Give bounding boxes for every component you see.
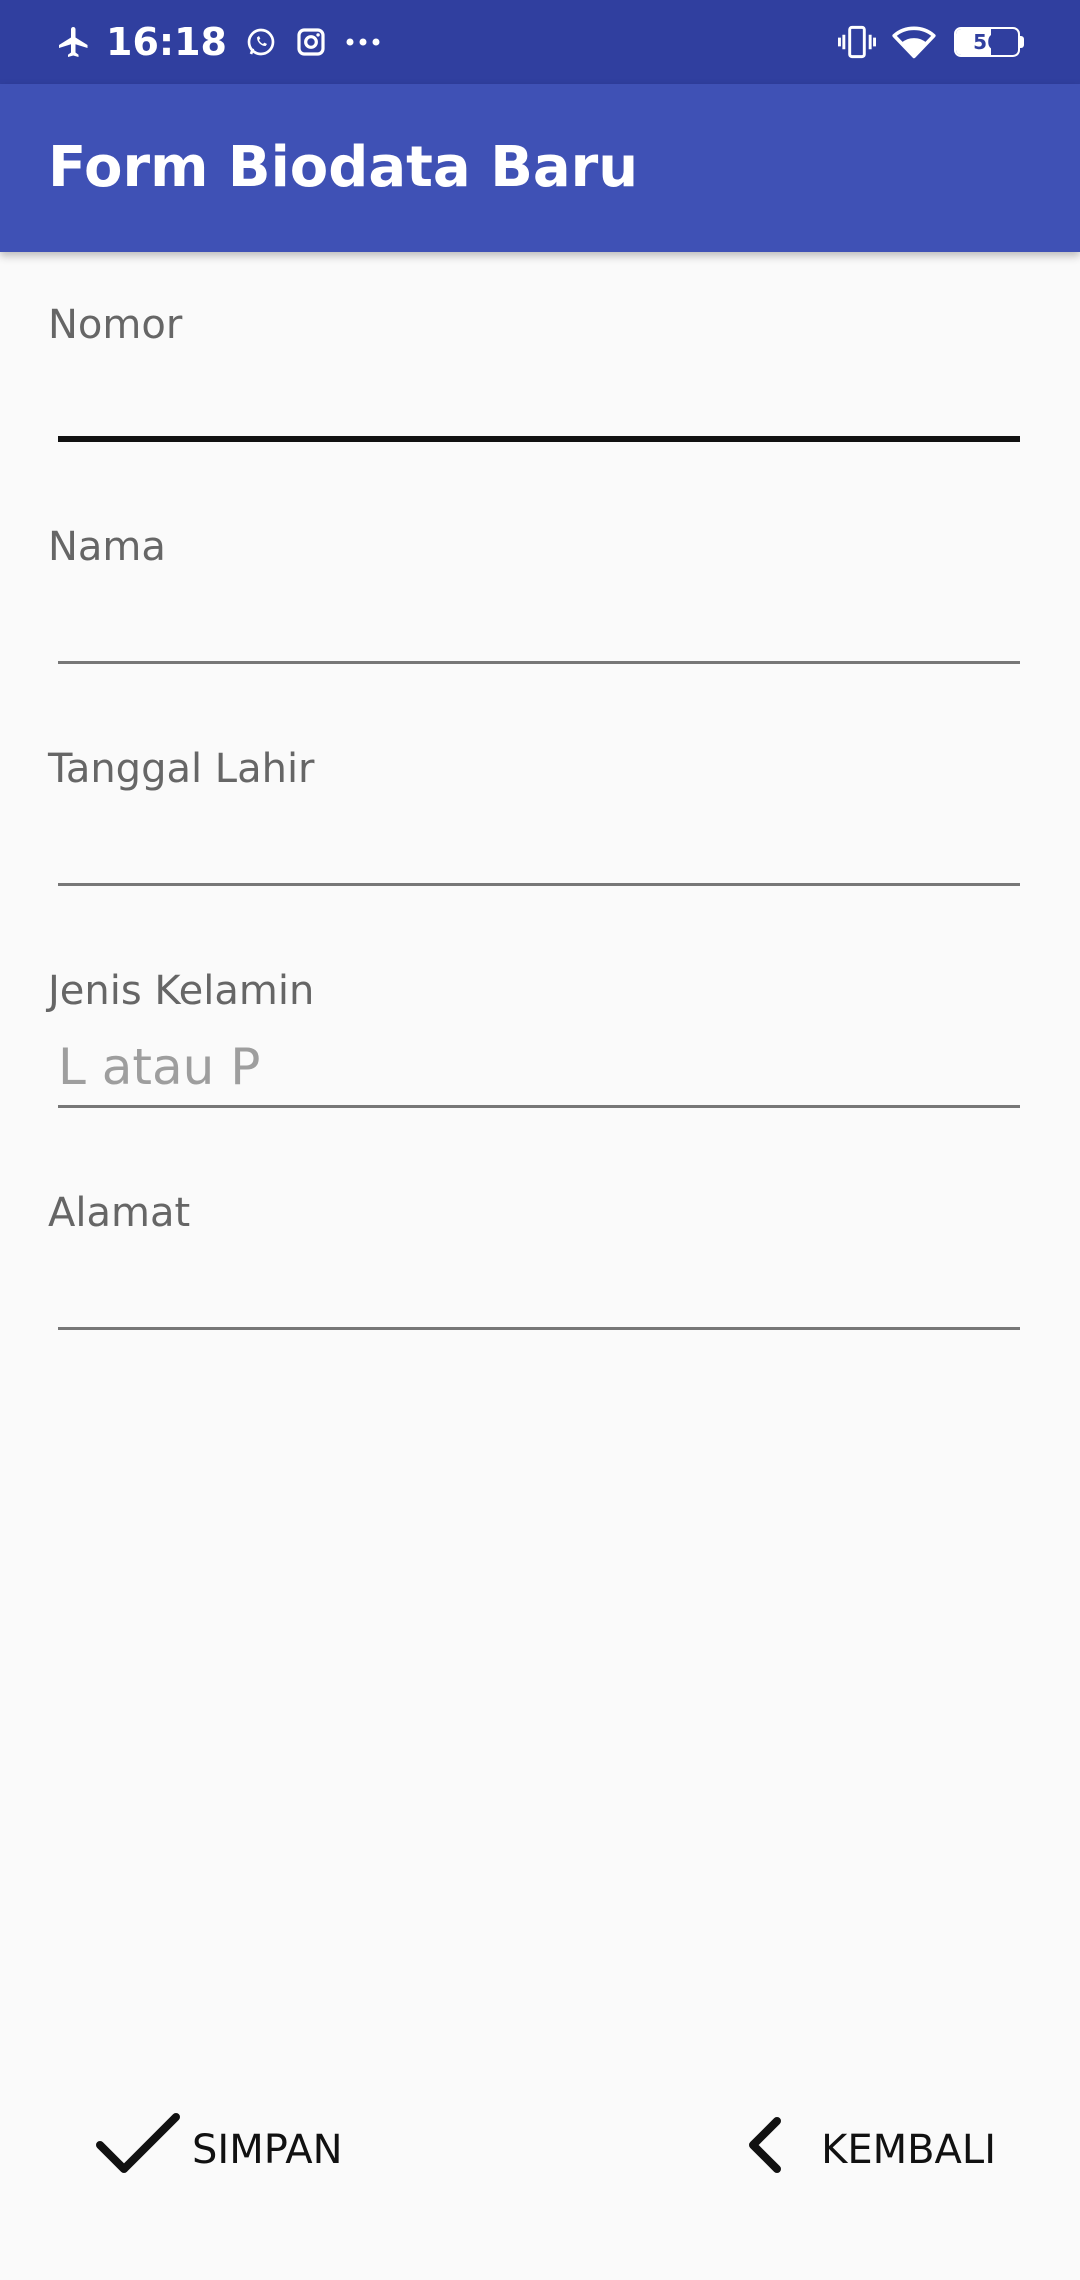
page-title: Form Biodata Baru (48, 135, 639, 200)
save-button[interactable]: SIMPAN (96, 2090, 343, 2210)
chevron-left-icon (745, 2117, 785, 2183)
field-label-nomor: Nomor (48, 302, 183, 348)
status-right: 56 (838, 0, 1024, 84)
field-jenis-kelamin: Jenis Kelamin (0, 918, 1080, 1140)
field-label-tanggal-lahir: Tanggal Lahir (48, 746, 315, 792)
bottom-actions: SIMPAN KEMBALI (0, 2090, 1080, 2210)
app-bar: Form Biodata Baru (0, 84, 1080, 252)
field-alamat: Alamat (0, 1140, 1080, 1362)
vibrate-icon (838, 24, 876, 60)
battery-icon: 56 (954, 27, 1024, 57)
field-label-jenis-kelamin: Jenis Kelamin (48, 968, 315, 1014)
alamat-input[interactable] (58, 1250, 1020, 1330)
airplane-icon (56, 24, 92, 60)
instagram-icon (295, 26, 327, 58)
field-label-alamat: Alamat (48, 1190, 191, 1236)
nomor-input[interactable] (58, 362, 1020, 442)
whatsapp-icon (245, 26, 277, 58)
back-button-label: KEMBALI (821, 2127, 996, 2173)
check-icon (96, 2113, 180, 2187)
battery-level: 56 (973, 30, 1001, 54)
field-nama: Nama (0, 474, 1080, 696)
more-dots-icon (345, 36, 381, 48)
status-time: 16:18 (106, 20, 227, 64)
nama-input[interactable] (58, 584, 1020, 664)
status-bar: 16:18 56 (0, 0, 1080, 84)
back-button[interactable]: KEMBALI (745, 2090, 996, 2210)
field-nomor: Nomor (0, 252, 1080, 474)
save-button-label: SIMPAN (192, 2127, 343, 2173)
tanggal-lahir-input[interactable] (58, 806, 1020, 886)
field-tanggal-lahir: Tanggal Lahir (0, 696, 1080, 918)
jenis-kelamin-input[interactable] (58, 1028, 1020, 1108)
field-label-nama: Nama (48, 524, 166, 570)
wifi-icon (892, 24, 936, 60)
status-left: 16:18 (56, 0, 381, 84)
